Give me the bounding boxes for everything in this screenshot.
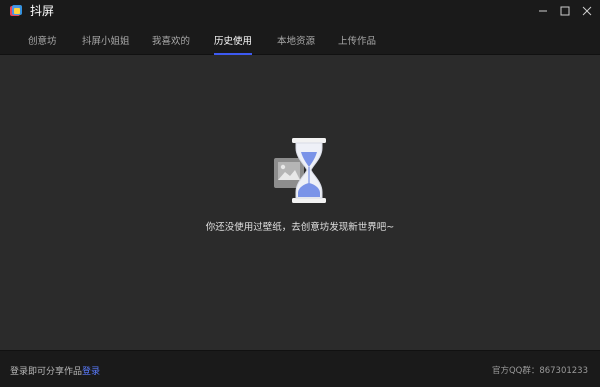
qq-group-info: 官方QQ群：867301233 — [491, 366, 588, 376]
history-panel: 你还没使用过壁纸，去创意坊发现新世界吧~ — [0, 55, 600, 350]
empty-message: 你还没使用过壁纸，去创意坊发现新世界吧~ — [205, 222, 395, 233]
minimize-icon — [539, 10, 547, 12]
tab-history[interactable]: 历史使用 — [214, 24, 253, 55]
tab-bar: 创意坊 抖屏小姐姐 我喜欢的 历史使用 本地资源 上传作品 — [0, 24, 600, 55]
login-hint: 登录即可分享作品 — [10, 367, 83, 377]
tab-upload[interactable]: 上传作品 — [338, 24, 376, 55]
close-button[interactable] — [580, 4, 594, 18]
tab-label: 抖屏小姐姐 — [82, 35, 130, 47]
doupin-logo-icon — [10, 5, 22, 16]
tab-chuangyifang[interactable]: 创意坊 — [28, 24, 57, 55]
tab-label: 上传作品 — [338, 35, 377, 47]
maximize-button[interactable] — [558, 4, 572, 18]
footer-bar: 登录即可分享作品 登录 官方QQ群：867301233 — [0, 350, 600, 387]
app-title: 抖屏 — [30, 4, 55, 18]
tab-label: 创意坊 — [28, 35, 57, 47]
tab-doupin-xiaojiejie[interactable]: 抖屏小姐姐 — [82, 24, 130, 55]
maximize-icon — [560, 6, 570, 16]
login-link[interactable]: 登录 — [82, 364, 100, 377]
hourglass-icon — [274, 138, 326, 203]
minimize-button[interactable] — [536, 4, 550, 18]
tab-label: 历史使用 — [214, 35, 253, 47]
window-controls — [536, 4, 594, 18]
title-bar: 抖屏 — [0, 0, 600, 24]
close-icon — [582, 6, 592, 16]
tab-label: 本地资源 — [277, 35, 316, 47]
tab-label: 我喜欢的 — [152, 35, 191, 47]
tab-local-resources[interactable]: 本地资源 — [277, 24, 315, 55]
tab-favorites[interactable]: 我喜欢的 — [152, 24, 190, 55]
